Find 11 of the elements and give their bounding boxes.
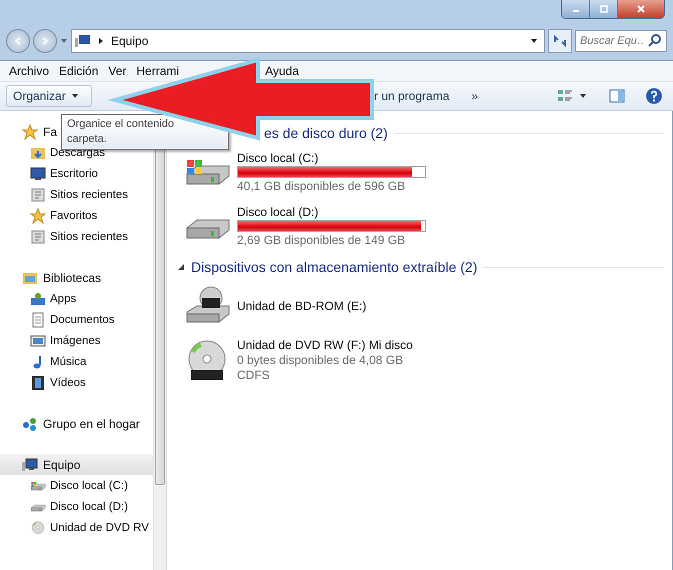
drive-name: Disco local (C:) — [237, 151, 320, 165]
drive-detail: 40,1 GB disponibles de 596 GB — [237, 179, 406, 193]
drive-name: Unidad de DVD RW (F:) Mi disco — [237, 338, 413, 352]
drive-detail: CDFS — [237, 368, 271, 382]
drive-detail: 0 bytes disponibles de 4,08 GB — [237, 353, 404, 367]
drive-name: Disco local (D:) — [237, 205, 320, 219]
section-header: es de disco duro (2) — [264, 125, 388, 141]
section-header: Dispositivos con almacenamiento extraíble (2) — [191, 259, 478, 275]
address-path: Equipo — [111, 34, 150, 48]
drive-detail: 2,69 GB disponibles de 149 GB — [237, 233, 406, 247]
drive-name: Unidad de BD-ROM (E:) — [237, 299, 366, 313]
